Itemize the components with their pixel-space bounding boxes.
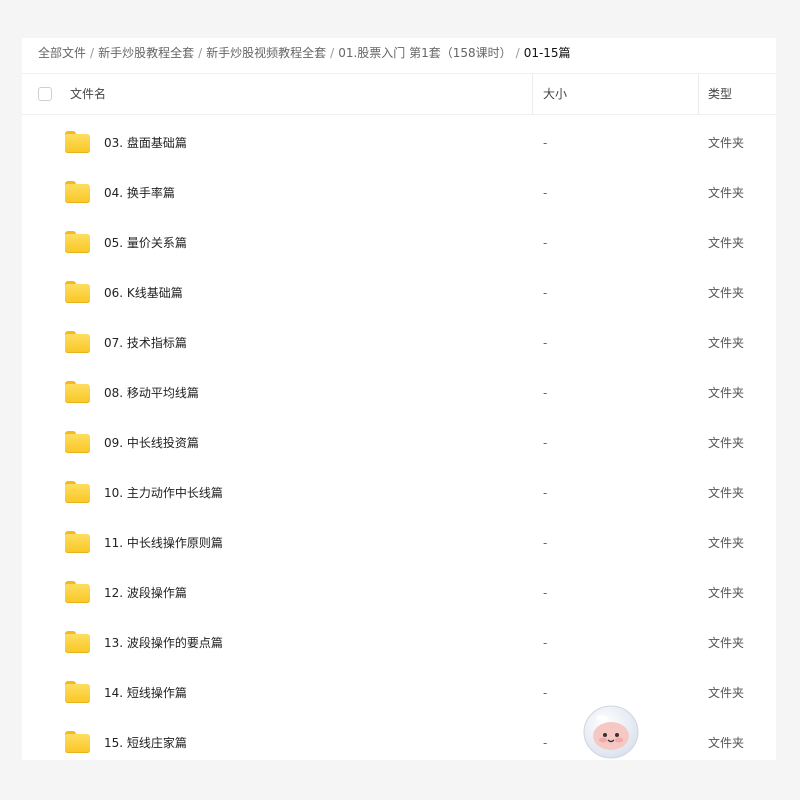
file-type: 文件夹	[708, 286, 745, 300]
file-row[interactable]: 15. 短线庄家篇 - 文件夹	[22, 718, 776, 760]
header-size[interactable]: 大小	[543, 74, 567, 114]
folder-icon	[65, 381, 90, 403]
file-type: 文件夹	[708, 486, 745, 500]
file-size: -	[543, 536, 548, 550]
file-row[interactable]: 03. 盘面基础篇 - 文件夹	[22, 118, 776, 168]
file-name[interactable]: 03. 盘面基础篇	[104, 118, 187, 168]
file-type: 文件夹	[708, 386, 745, 400]
file-size: -	[543, 336, 548, 350]
file-row[interactable]: 05. 量价关系篇 - 文件夹	[22, 218, 776, 268]
column-divider[interactable]	[532, 74, 533, 114]
column-divider[interactable]	[698, 74, 699, 114]
file-name[interactable]: 07. 技术指标篇	[104, 318, 187, 368]
breadcrumb-link[interactable]: 新手炒股教程全套	[98, 46, 194, 60]
file-type: 文件夹	[708, 136, 745, 150]
file-size: -	[543, 136, 548, 150]
file-size: -	[543, 436, 548, 450]
file-row[interactable]: 11. 中长线操作原则篇 - 文件夹	[22, 518, 776, 568]
breadcrumb-current: 01-15篇	[523, 46, 571, 60]
file-browser-panel: 全部文件 / 新手炒股教程全套 / 新手炒股视频教程全套/01.股票入门 第1套（158…	[22, 38, 776, 760]
file-name[interactable]: 09. 中长线投资篇	[104, 418, 199, 468]
file-size: -	[543, 236, 548, 250]
file-size: -	[543, 686, 548, 700]
file-type: 文件夹	[708, 586, 745, 600]
file-name[interactable]: 10. 主力动作中长线篇	[104, 468, 223, 518]
file-name[interactable]: 14. 短线操作篇	[104, 668, 187, 718]
file-type: 文件夹	[708, 536, 745, 550]
file-type: 文件夹	[708, 736, 745, 750]
file-row[interactable]: 07. 技术指标篇 - 文件夹	[22, 318, 776, 368]
folder-icon	[65, 431, 90, 453]
folder-icon	[65, 731, 90, 753]
file-name[interactable]: 08. 移动平均线篇	[104, 368, 199, 418]
folder-icon	[65, 481, 90, 503]
file-type: 文件夹	[708, 686, 745, 700]
folder-icon	[65, 581, 90, 603]
table-header: 文件名 大小 类型	[22, 73, 776, 115]
file-type: 文件夹	[708, 636, 745, 650]
astronaut-mascot-icon[interactable]	[580, 700, 642, 762]
file-row[interactable]: 14. 短线操作篇 - 文件夹	[22, 668, 776, 718]
header-type[interactable]: 类型	[708, 74, 732, 114]
folder-icon	[65, 181, 90, 203]
breadcrumb-link[interactable]: 全部文件	[38, 46, 86, 60]
file-type: 文件夹	[708, 186, 745, 200]
file-size: -	[543, 286, 548, 300]
file-row[interactable]: 08. 移动平均线篇 - 文件夹	[22, 368, 776, 418]
file-size: -	[543, 636, 548, 650]
file-type: 文件夹	[708, 336, 745, 350]
file-name[interactable]: 04. 换手率篇	[104, 168, 175, 218]
file-name[interactable]: 15. 短线庄家篇	[104, 718, 187, 760]
file-list: 03. 盘面基础篇 - 文件夹 04. 换手率篇 - 文件夹 05. 量价关系篇 - 文件夹 06…	[22, 118, 776, 760]
breadcrumb-link[interactable]: 新手炒股视频教程全套	[206, 46, 326, 60]
file-row[interactable]: 10. 主力动作中长线篇 - 文件夹	[22, 468, 776, 518]
file-row[interactable]: 06. K线基础篇 - 文件夹	[22, 268, 776, 318]
file-name[interactable]: 12. 波段操作篇	[104, 568, 187, 618]
breadcrumb-separator: /	[515, 46, 520, 60]
folder-icon	[65, 531, 90, 553]
file-size: -	[543, 736, 548, 750]
file-name[interactable]: 05. 量价关系篇	[104, 218, 187, 268]
file-type: 文件夹	[708, 436, 745, 450]
breadcrumb-link[interactable]: 01.股票入门 第1套（158课时）	[338, 46, 511, 60]
folder-icon	[65, 231, 90, 253]
file-row[interactable]: 13. 波段操作的要点篇 - 文件夹	[22, 618, 776, 668]
file-size: -	[543, 486, 548, 500]
file-row[interactable]: 04. 换手率篇 - 文件夹	[22, 168, 776, 218]
file-size: -	[543, 186, 548, 200]
folder-icon	[65, 681, 90, 703]
folder-icon	[65, 281, 90, 303]
file-size: -	[543, 386, 548, 400]
select-all-checkbox[interactable]	[38, 87, 52, 101]
file-row[interactable]: 09. 中长线投资篇 - 文件夹	[22, 418, 776, 468]
file-name[interactable]: 13. 波段操作的要点篇	[104, 618, 223, 668]
breadcrumb-separator: /	[198, 46, 203, 60]
breadcrumb-separator: /	[90, 46, 95, 60]
file-size: -	[543, 586, 548, 600]
breadcrumb-separator: /	[330, 46, 335, 60]
breadcrumb: 全部文件 / 新手炒股教程全套 / 新手炒股视频教程全套/01.股票入门 第1套（158…	[22, 38, 776, 68]
folder-icon	[65, 331, 90, 353]
file-row[interactable]: 12. 波段操作篇 - 文件夹	[22, 568, 776, 618]
header-name[interactable]: 文件名	[70, 74, 106, 114]
file-type: 文件夹	[708, 236, 745, 250]
file-name[interactable]: 06. K线基础篇	[104, 268, 183, 318]
folder-icon	[65, 631, 90, 653]
folder-icon	[65, 131, 90, 153]
file-name[interactable]: 11. 中长线操作原则篇	[104, 518, 223, 568]
